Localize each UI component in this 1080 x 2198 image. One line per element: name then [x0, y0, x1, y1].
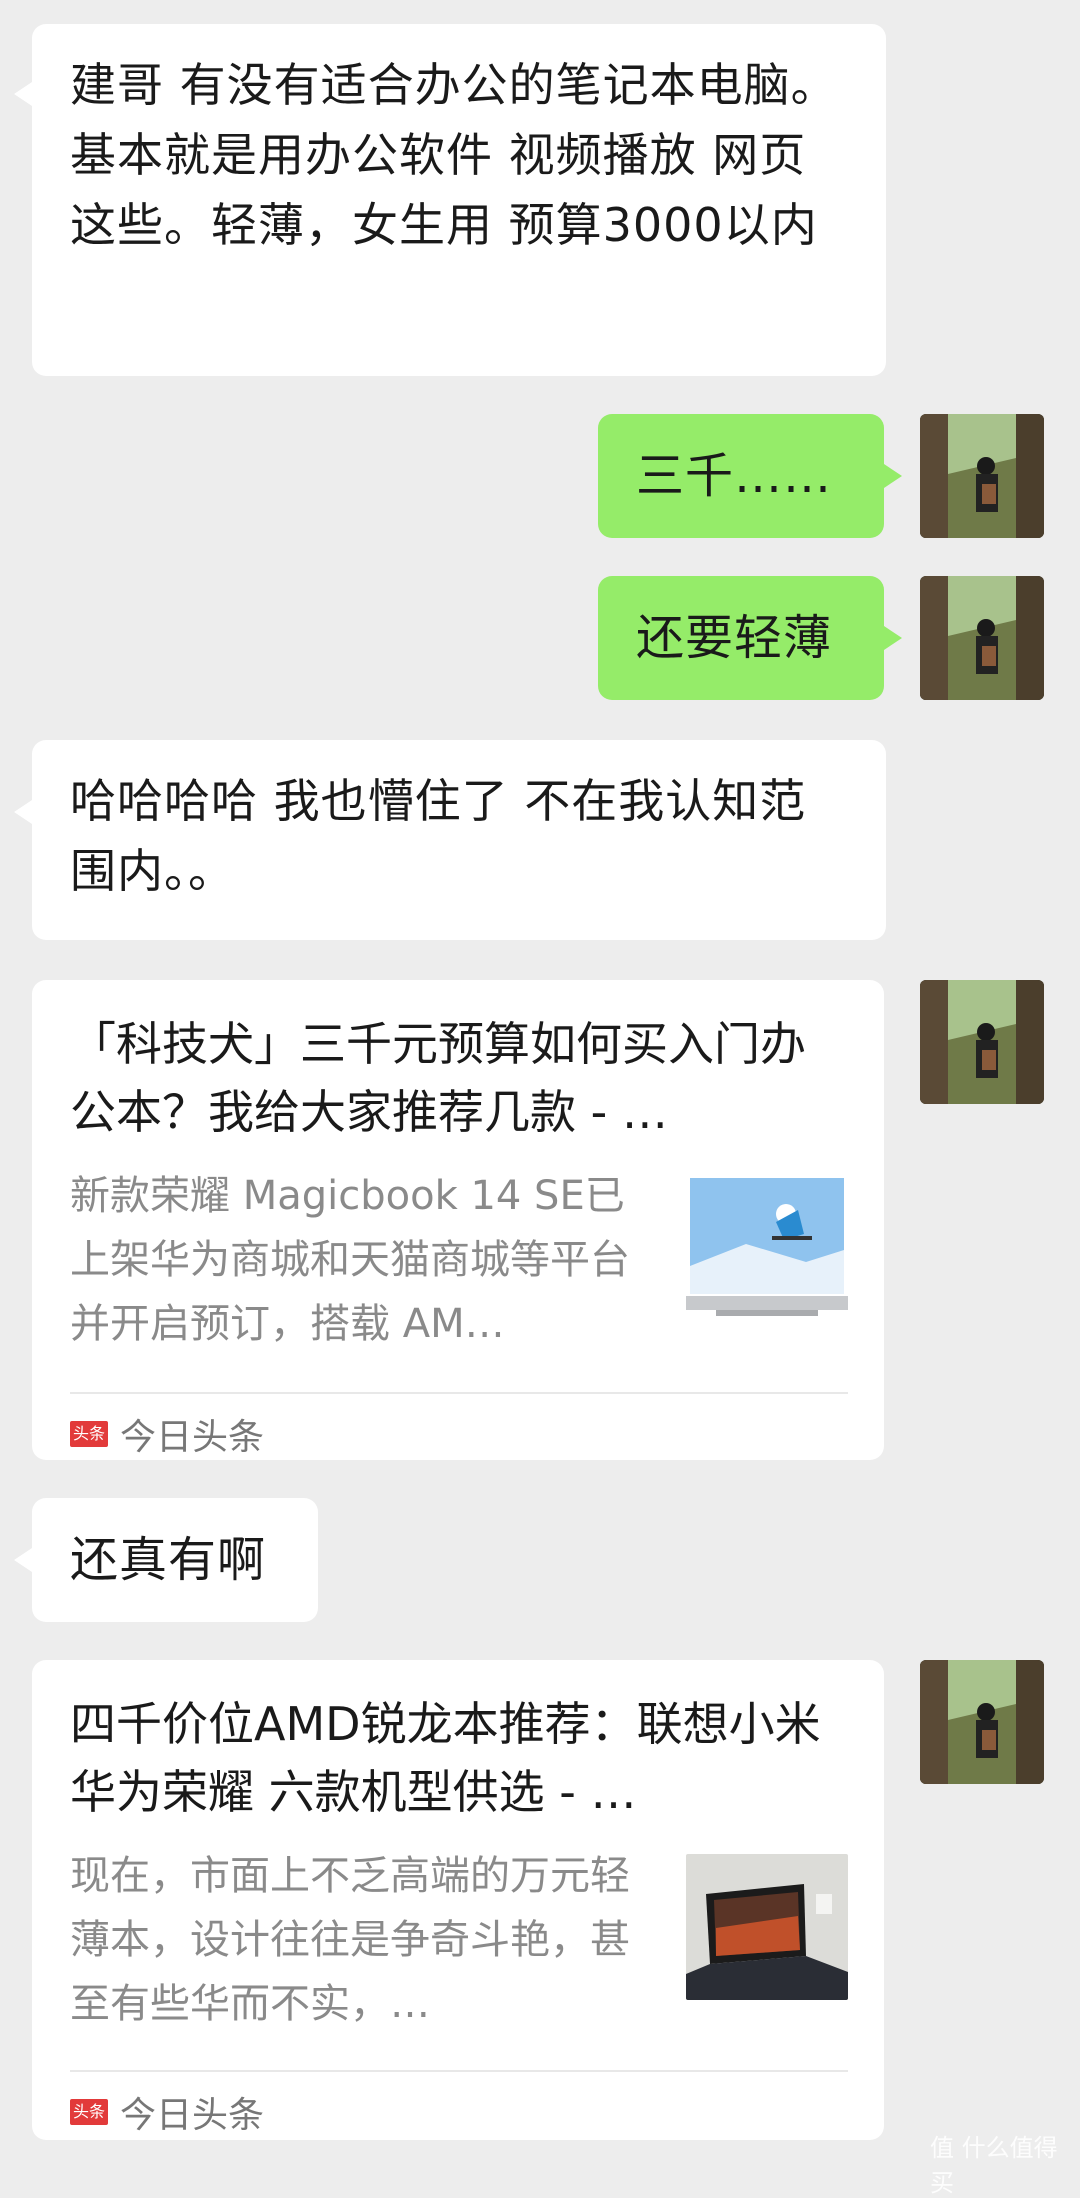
message-text: 建哥 有没有适合办公的笔记本电脑。基本就是用办公软件 视频播放 网页这些。轻薄，… [70, 58, 838, 252]
outgoing-message-bubble[interactable]: 三千…… [598, 414, 902, 538]
link-card-title: 四千价位AMD锐龙本推荐：联想小米华为荣耀 六款机型供选 - … [70, 1697, 821, 1819]
watermark: 值 什么值得买 [930, 2134, 1058, 2197]
link-card-description: 新款荣耀 Magicbook 14 SE已上架华为商城和天猫商城等平台并开启预订… [70, 1173, 630, 1347]
user-avatar[interactable] [920, 980, 1044, 1104]
toutiao-logo-icon: 头条 [70, 1421, 108, 1447]
link-card-description: 现在，市面上不乏高端的万元轻薄本，设计往往是争奇斗艳，甚至有些华而不实，… [70, 1853, 630, 2027]
user-avatar[interactable] [920, 576, 1044, 700]
message-text: 三千…… [636, 448, 833, 504]
avatar-photo-icon [920, 1660, 1044, 1784]
outgoing-message-bubble[interactable]: 还要轻薄 [598, 576, 902, 700]
incoming-message-bubble[interactable]: 哈哈哈哈 我也懵住了 不在我认知范围内。。 [14, 740, 886, 940]
incoming-message-bubble[interactable]: 建哥 有没有适合办公的笔记本电脑。基本就是用办公软件 视频播放 网页这些。轻薄，… [14, 24, 886, 376]
toutiao-logo-icon: 头条 [70, 2099, 108, 2125]
avatar-photo-icon [920, 576, 1044, 700]
link-card-title: 「科技犬」三千元预算如何买入门办公本？我给大家推荐几款 - … [70, 1017, 806, 1139]
laptop-thumbnail-icon [686, 1854, 848, 2000]
user-avatar[interactable] [920, 1660, 1044, 1784]
avatar-photo-icon [920, 980, 1044, 1104]
message-text: 还真有啊 [70, 1532, 267, 1588]
laptop-thumbnail-icon [686, 1174, 848, 1320]
incoming-message-bubble[interactable]: 还真有啊 [14, 1498, 318, 1622]
user-avatar[interactable] [920, 414, 1044, 538]
avatar-photo-icon [920, 414, 1044, 538]
link-card[interactable]: 「科技犬」三千元预算如何买入门办公本？我给大家推荐几款 - … 新款荣耀 Mag… [32, 980, 884, 1460]
link-card-thumbnail [686, 1854, 848, 2000]
link-card-source: 今日头条 [120, 2095, 265, 2136]
message-text: 哈哈哈哈 我也懵住了 不在我认知范围内。。 [70, 774, 807, 898]
message-text: 还要轻薄 [636, 610, 833, 666]
link-card-thumbnail [686, 1174, 848, 1320]
link-card-source: 今日头条 [120, 1417, 265, 1458]
link-card[interactable]: 四千价位AMD锐龙本推荐：联想小米华为荣耀 六款机型供选 - … 现在，市面上不… [32, 1660, 884, 2140]
